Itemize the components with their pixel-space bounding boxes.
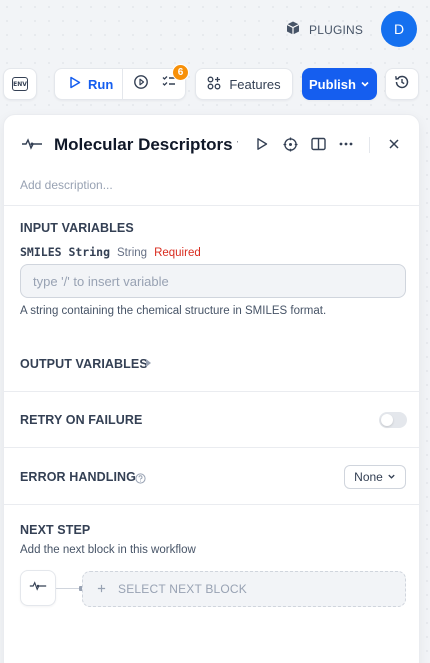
panel-title[interactable]: Molecular Descriptors from SMILES [54,135,238,155]
workflow-toolbar: ENV Run 6 Features Publish [0,64,430,100]
history-icon [394,74,410,95]
run-label: Run [88,76,114,92]
env-button[interactable]: ENV [3,68,37,100]
panel-header: Molecular Descriptors from SMILES [4,115,419,175]
publish-button[interactable]: Publish [302,68,377,100]
error-handling-select[interactable]: None [344,465,406,489]
run-node-icon[interactable] [254,136,270,152]
features-icon [207,76,221,93]
node-config-panel: Molecular Descriptors from SMILES Add de… [3,114,420,663]
split-view-icon[interactable] [310,136,326,152]
env-icon: ENV [12,77,28,91]
code-node-icon [21,137,43,151]
target-icon[interactable] [282,136,298,152]
code-node-icon [29,579,47,597]
next-step-subtitle: Add the next block in this workflow [20,544,196,556]
smiles-input[interactable]: type '/' to insert variable [20,264,406,298]
required-label: Required [154,247,201,259]
retry-toggle[interactable] [379,412,407,428]
variable-name: SMILES String [20,245,111,259]
input-variables-heading: INPUT VARIABLES [20,221,134,235]
divider [4,447,419,448]
caret-right-icon[interactable] [146,359,151,367]
retry-heading: RETRY ON FAILURE [20,413,143,427]
toggle-knob [381,414,393,426]
divider [4,205,419,206]
divider [4,504,419,505]
play-icon [69,76,81,92]
output-variables-toggle[interactable]: OUTPUT VARIABLES [20,357,148,371]
plugins-button[interactable]: PLUGINS [285,20,363,39]
select-next-block-label: SELECT NEXT BLOCK [118,582,248,596]
cube-icon [285,20,301,39]
features-label: Features [229,76,281,92]
features-button[interactable]: Features [195,68,293,100]
top-bar: PLUGINS D [0,0,430,57]
select-next-block-button[interactable]: SELECT NEXT BLOCK [82,571,406,607]
avatar[interactable]: D [381,11,417,47]
current-node-block [20,570,56,606]
close-icon[interactable] [386,136,402,152]
publish-label: Publish [309,76,356,92]
help-icon[interactable] [135,471,146,484]
description-input[interactable]: Add description... [20,178,113,192]
next-step-heading: NEXT STEP [20,523,91,537]
more-options-icon[interactable] [338,136,354,152]
input-help-text: A string containing the chemical structu… [20,305,327,317]
run-group: Run [54,68,186,100]
run-history-icon[interactable] [133,74,149,95]
divider [4,391,419,392]
run-button[interactable]: Run [55,69,123,99]
plus-icon [97,582,106,596]
chevron-down-icon [387,470,396,484]
variable-row: SMILES String String Required [20,245,201,259]
plugins-label: PLUGINS [309,22,364,37]
header-divider [369,137,370,153]
checklist-count-badge: 6 [172,64,189,81]
error-handling-heading: ERROR HANDLING [20,470,136,484]
chevron-down-icon [360,77,370,92]
variable-type: String [117,247,148,259]
connector-line [56,588,81,589]
version-history-button[interactable] [385,68,419,100]
error-handling-value: None [354,470,383,484]
